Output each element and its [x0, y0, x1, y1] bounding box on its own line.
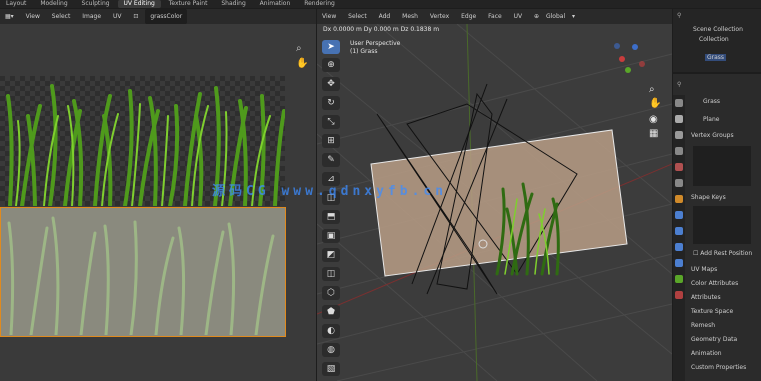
poly-build-icon[interactable]: ⬟: [322, 305, 340, 319]
tool-shelf: ➤ ⊕ ✥ ↻ ⤡ ⊞ ✎ ⊿ ◫ ⬒ ▣ ◩ ◫ ⬡ ⬟ ◐ ◍ ▧: [322, 40, 340, 381]
workspace-tabs-bar: Layout Modeling Sculpting UV Editing Tex…: [0, 0, 761, 8]
vp-menu-view[interactable]: View: [317, 9, 341, 24]
outliner-panel: ⚲ Scene Collection Collection Grass: [673, 9, 761, 72]
section-vertex-groups[interactable]: Vertex Groups: [691, 130, 761, 142]
properties-tab-strip: [673, 95, 685, 381]
view-perspective-label: User Perspective: [350, 40, 401, 47]
inset-icon[interactable]: ▣: [322, 229, 340, 243]
image-name-field[interactable]: grassColor: [145, 9, 188, 24]
3d-viewport[interactable]: Dx 0.0000 m Dy 0.000 m Dz 0.1838 m User …: [317, 24, 672, 381]
vp-menu-select[interactable]: Select: [343, 9, 372, 24]
workspace-tab[interactable]: Animation: [254, 0, 297, 8]
outliner-item-grass[interactable]: Grass: [705, 54, 727, 61]
section-animation[interactable]: Animation: [691, 348, 761, 360]
section-shape-keys[interactable]: Shape Keys: [691, 192, 761, 204]
vp-menu-vertex[interactable]: Vertex: [425, 9, 454, 24]
image-browse-icon[interactable]: ⊡: [128, 9, 143, 24]
smooth-icon[interactable]: ◍: [322, 343, 340, 357]
vp-menu-add[interactable]: Add: [374, 9, 396, 24]
spin-icon[interactable]: ◐: [322, 324, 340, 338]
view-layer-tab-icon[interactable]: [675, 147, 683, 155]
workspace-tab[interactable]: Rendering: [298, 0, 341, 8]
properties-search-icon[interactable]: ⚲: [677, 81, 681, 88]
checkbox-label: Add Rest Position: [700, 250, 753, 257]
workspace-tab[interactable]: Layout: [0, 0, 32, 8]
section-attributes[interactable]: Attributes: [691, 292, 761, 304]
viewport-scene: [317, 24, 672, 381]
section-remesh[interactable]: Remesh: [691, 320, 761, 332]
tool-tab-icon[interactable]: [675, 99, 683, 107]
physics-tab-icon[interactable]: [675, 243, 683, 251]
shear-icon[interactable]: ▧: [322, 362, 340, 376]
section-color-attributes[interactable]: Color Attributes: [691, 278, 761, 290]
annotate-icon[interactable]: ✎: [322, 153, 340, 167]
particles-tab-icon[interactable]: [675, 227, 683, 235]
workspace-tab[interactable]: Sculpting: [76, 0, 116, 8]
uv-editor-header: ▦▾ View Select Image UV ⊡ grassColor: [0, 9, 316, 24]
modifier-tab-icon[interactable]: [675, 211, 683, 219]
vp-menu-face[interactable]: Face: [483, 9, 507, 24]
workspace-tab[interactable]: Shading: [215, 0, 251, 8]
uv-grass-overlay: [7, 216, 275, 335]
workspace-tab-active[interactable]: UV Editing: [117, 0, 161, 8]
knife-icon[interactable]: ⬡: [322, 286, 340, 300]
extrude-icon[interactable]: ⬒: [322, 210, 340, 224]
transform-icon[interactable]: ⊞: [322, 134, 340, 148]
zoom-icon[interactable]: ⌕: [649, 84, 655, 95]
constraints-tab-icon[interactable]: [675, 259, 683, 267]
scene-tab-icon[interactable]: [675, 163, 683, 171]
vp-menu-mesh[interactable]: Mesh: [397, 9, 423, 24]
workspace-tab[interactable]: Modeling: [34, 0, 73, 8]
uv-menu-view[interactable]: View: [21, 9, 45, 24]
render-tab-icon[interactable]: [675, 115, 683, 123]
uv-menu-image[interactable]: Image: [77, 9, 106, 24]
output-tab-icon[interactable]: [675, 131, 683, 139]
data-name-field[interactable]: Plane: [703, 116, 719, 123]
transform-orientation-dropdown[interactable]: ⊕ Global ▾: [529, 9, 580, 24]
zoom-icon[interactable]: ⌕: [296, 43, 302, 54]
scale-icon[interactable]: ⤡: [322, 115, 340, 129]
dimension-readout: Dx 0.0000 m Dy 0.000 m Dz 0.1838 m: [323, 26, 440, 33]
viewport-header: View Select Add Mesh Vertex Edge Face UV…: [317, 9, 672, 24]
object-name-field[interactable]: Grass: [703, 98, 720, 105]
grid-view-icon[interactable]: ▦: [649, 128, 658, 139]
properties-panel: ⚲ Grass Plane Vertex Groups Shape Keys ☐…: [673, 74, 761, 381]
uv-menu-select[interactable]: Select: [47, 9, 76, 24]
hand-pan-icon[interactable]: ✋: [296, 58, 308, 69]
vp-menu-uv[interactable]: UV: [509, 9, 528, 24]
vertex-groups-list[interactable]: [693, 146, 751, 186]
section-custom-properties[interactable]: Custom Properties: [691, 362, 761, 374]
cursor-icon[interactable]: ⊕: [322, 58, 340, 72]
hand-pan-icon[interactable]: ✋: [649, 98, 661, 109]
rotate-icon[interactable]: ↻: [322, 96, 340, 110]
material-tab-icon[interactable]: [675, 291, 683, 299]
camera-icon[interactable]: ◉: [649, 114, 658, 125]
loop-cut-icon[interactable]: ◫: [322, 267, 340, 281]
outliner-collection[interactable]: Collection: [699, 36, 729, 43]
watermark: 源码CG www.qdnxyfb.cn: [212, 184, 448, 199]
section-uv-maps[interactable]: UV Maps: [691, 264, 761, 276]
object-tab-icon[interactable]: [675, 195, 683, 203]
shape-keys-list[interactable]: [693, 206, 751, 244]
add-rest-position-checkbox[interactable]: ☐ Add Rest Position: [693, 250, 752, 257]
workspace-tab[interactable]: Texture Paint: [163, 0, 214, 8]
uv-menu-uv[interactable]: UV: [108, 9, 127, 24]
vp-menu-edge[interactable]: Edge: [456, 9, 481, 24]
active-object-label: (1) Grass: [350, 48, 378, 55]
outliner-scene-collection[interactable]: Scene Collection: [693, 26, 743, 33]
select-box-icon[interactable]: ➤: [322, 40, 340, 54]
section-geometry-data[interactable]: Geometry Data: [691, 334, 761, 346]
world-tab-icon[interactable]: [675, 179, 683, 187]
orientation-label: Global: [545, 13, 566, 20]
section-texture-space[interactable]: Texture Space: [691, 306, 761, 318]
data-tab-icon[interactable]: [675, 275, 683, 283]
editor-type-icon[interactable]: ▦▾: [0, 9, 19, 24]
move-icon[interactable]: ✥: [322, 77, 340, 91]
outliner-filter-icon[interactable]: ⚲: [677, 12, 681, 19]
bevel-icon[interactable]: ◩: [322, 248, 340, 262]
